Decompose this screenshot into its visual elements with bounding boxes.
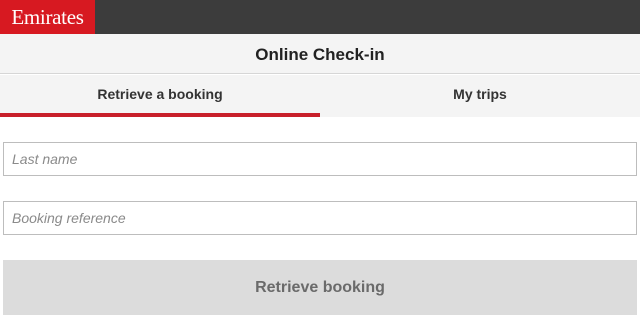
tab-retrieve-booking[interactable]: Retrieve a booking <box>0 75 320 117</box>
top-bar: Emirates <box>0 0 640 34</box>
emirates-logo[interactable]: Emirates <box>0 0 95 34</box>
last-name-input[interactable] <box>3 142 637 176</box>
booking-reference-input[interactable] <box>3 201 637 235</box>
tab-bar: Retrieve a booking My trips <box>0 75 640 117</box>
page-title: Online Check-in <box>0 34 640 74</box>
retrieve-booking-button[interactable]: Retrieve booking <box>3 260 637 315</box>
tab-my-trips[interactable]: My trips <box>320 75 640 117</box>
